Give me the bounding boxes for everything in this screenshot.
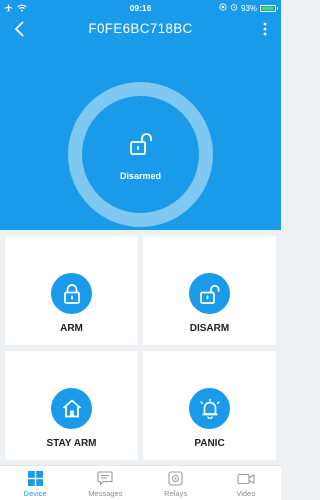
disarm-icon-circle [189,273,230,314]
panic-button[interactable]: PANIC [143,351,276,460]
arm-icon-circle [51,273,92,314]
lock-open-icon [199,284,219,304]
home-icon [62,399,81,418]
arm-button[interactable]: ARM [5,236,138,345]
video-icon [237,470,255,487]
stay-arm-button[interactable]: STAY ARM [5,351,138,460]
stay-arm-icon-circle [51,388,92,429]
tab-relays-label: Relays [164,489,188,498]
tab-relays[interactable]: Relays [141,466,211,500]
stay-arm-label: STAY ARM [46,438,97,449]
device-state-label: Disarmed [119,171,162,181]
location-icon [219,3,227,13]
alarm-clock-icon [230,3,238,13]
panic-label: PANIC [194,438,225,449]
arm-label: ARM [60,323,83,334]
tab-video-label: Video [236,489,256,498]
message-icon [96,470,114,487]
battery-fill [262,6,274,10]
action-grid: ARM DISARM STAY ARM PANIC [5,236,276,462]
more-options-button[interactable] [259,20,271,38]
more-vertical-icon [263,22,267,36]
lock-open-icon [130,132,152,161]
lock-closed-icon [63,283,80,304]
grid-icon [26,470,44,487]
tab-device-label: Device [23,489,47,498]
device-status-circle: Disarmed [82,96,199,213]
tab-messages[interactable]: Messages [70,466,140,500]
tab-device[interactable]: Device [0,466,70,500]
battery-icon [260,4,278,12]
page-title: F0FE6BC718BC [88,21,193,36]
bottom-tab-bar: Device Messages Relays Video [0,465,281,500]
status-right: 93% [219,3,278,13]
panic-icon-circle [189,388,230,429]
disarm-button[interactable]: DISARM [143,236,276,345]
status-bar: 09:16 93% [0,0,281,16]
tab-messages-label: Messages [88,489,123,498]
battery-percent: 93% [240,3,257,13]
relay-icon [167,470,185,487]
device-status-ring: Disarmed [68,82,213,227]
alarm-bell-icon [199,398,220,419]
nav-bar: F0FE6BC718BC [0,16,281,42]
disarm-label: DISARM [189,323,230,334]
tab-video[interactable]: Video [211,466,281,500]
